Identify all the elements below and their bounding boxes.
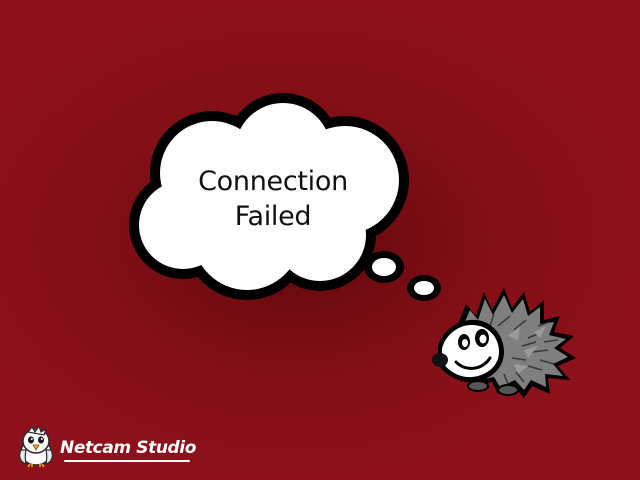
eagle-mascot-icon (19, 424, 53, 468)
brand-name: Netcam Studio (60, 438, 197, 458)
message-line-2: Failed (234, 201, 312, 232)
brand-underline (64, 460, 190, 462)
hedgehog-icon (432, 288, 576, 398)
connection-status-message: Connection Failed (166, 164, 380, 234)
thought-bubble (129, 93, 441, 301)
message-line-1: Connection (198, 166, 348, 197)
netcam-studio-brand: Netcam Studio (14, 424, 197, 468)
